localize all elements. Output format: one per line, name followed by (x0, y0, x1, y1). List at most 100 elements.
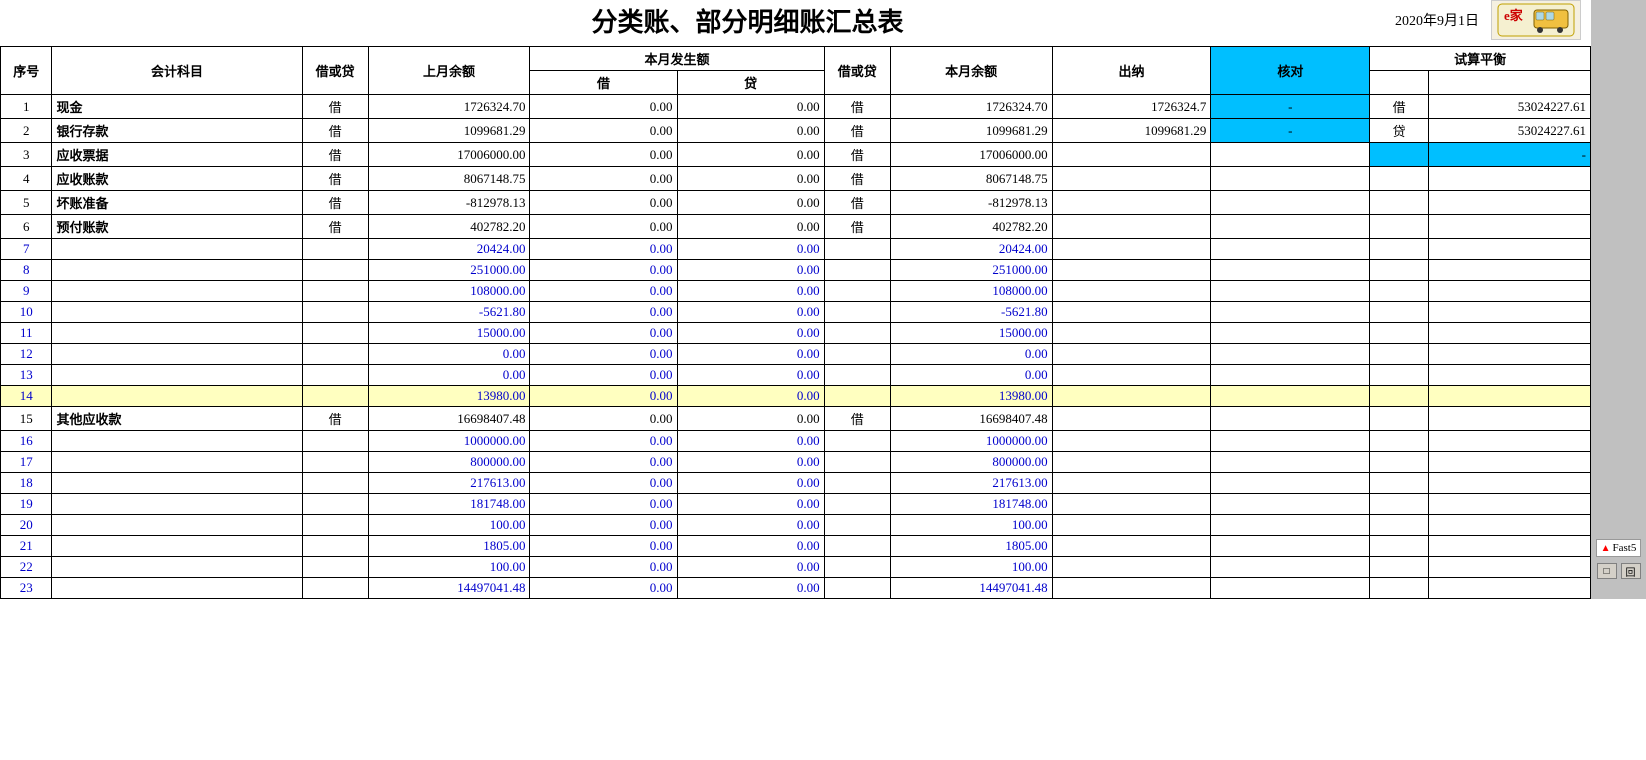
seq-cell: 19 (1, 494, 52, 515)
seq-cell: 2 (1, 119, 52, 143)
curr-balance-cell: 402782.20 (890, 215, 1052, 239)
col-header-credit: 贷 (677, 71, 824, 95)
credit-cell: 0.00 (677, 431, 824, 452)
prev-balance-cell: 14497041.48 (368, 578, 530, 599)
table-row: 12 0.00 0.00 0.00 0.00 (1, 344, 1591, 365)
account-cell (52, 386, 302, 407)
dc2-cell: 借 (824, 191, 890, 215)
curr-balance-cell: 1726324.70 (890, 95, 1052, 119)
credit-cell: 0.00 (677, 578, 824, 599)
cashier-cell (1052, 386, 1211, 407)
table-row: 13 0.00 0.00 0.00 0.00 (1, 365, 1591, 386)
dc2-cell (824, 431, 890, 452)
col-header-verify: 核对 (1211, 47, 1370, 95)
dc1-cell (302, 239, 368, 260)
col-header-account: 会计科目 (52, 47, 302, 95)
cashier-cell (1052, 494, 1211, 515)
curr-balance-cell: 1805.00 (890, 536, 1052, 557)
trial-value-cell (1429, 407, 1591, 431)
seq-cell: 17 (1, 452, 52, 473)
trial-label-cell (1370, 215, 1429, 239)
date-label: 2020年9月1日 (1395, 10, 1479, 30)
cashier-cell (1052, 557, 1211, 578)
trial-value-cell (1429, 515, 1591, 536)
cashier-cell (1052, 473, 1211, 494)
account-cell (52, 431, 302, 452)
trial-label-cell (1370, 323, 1429, 344)
account-cell (52, 239, 302, 260)
debit-cell: 0.00 (530, 452, 677, 473)
dc2-cell (824, 386, 890, 407)
dc1-cell (302, 536, 368, 557)
dc2-cell (824, 452, 890, 473)
dc1-cell (302, 365, 368, 386)
table-row: 20 100.00 0.00 0.00 100.00 (1, 515, 1591, 536)
prev-balance-cell: 100.00 (368, 515, 530, 536)
verify-cell (1211, 239, 1370, 260)
seq-cell: 16 (1, 431, 52, 452)
debit-cell: 0.00 (530, 323, 677, 344)
svg-text:e家: e家 (1504, 8, 1524, 23)
verify-cell (1211, 215, 1370, 239)
cashier-cell (1052, 452, 1211, 473)
dc2-cell: 借 (824, 407, 890, 431)
seq-cell: 13 (1, 365, 52, 386)
trial-value-cell: 53024227.61 (1429, 95, 1591, 119)
main-table: 序号 会计科目 借或贷 上月余额 本月发生额 借或贷 本月余额 出纳 核对 试算… (0, 46, 1591, 599)
col-header-debit: 借 (530, 71, 677, 95)
trial-value-cell (1429, 578, 1591, 599)
dc2-cell (824, 494, 890, 515)
curr-balance-cell: 1099681.29 (890, 119, 1052, 143)
dc2-cell (824, 260, 890, 281)
account-cell (52, 365, 302, 386)
curr-balance-cell: 100.00 (890, 515, 1052, 536)
debit-cell: 0.00 (530, 143, 677, 167)
trial-label-cell (1370, 344, 1429, 365)
dc1-cell (302, 302, 368, 323)
restore-button[interactable]: 回 (1621, 563, 1641, 579)
dc2-cell (824, 281, 890, 302)
page-container: 分类账、部分明细账汇总表 2020年9月1日 e家 (0, 0, 1646, 599)
dc1-cell (302, 473, 368, 494)
verify-cell (1211, 323, 1370, 344)
prev-balance-cell: 402782.20 (368, 215, 530, 239)
verify-cell (1211, 431, 1370, 452)
curr-balance-cell: 181748.00 (890, 494, 1052, 515)
dc2-cell: 借 (824, 215, 890, 239)
prev-balance-cell: 217613.00 (368, 473, 530, 494)
credit-cell: 0.00 (677, 323, 824, 344)
trial-value-cell (1429, 260, 1591, 281)
account-cell: 现金 (52, 95, 302, 119)
seq-cell: 10 (1, 302, 52, 323)
trial-label-cell (1370, 302, 1429, 323)
credit-cell: 0.00 (677, 473, 824, 494)
prev-balance-cell: 1099681.29 (368, 119, 530, 143)
verify-cell (1211, 260, 1370, 281)
debit-cell: 0.00 (530, 407, 677, 431)
side-panel: ▲ Fast5 □ 回 (1591, 0, 1646, 599)
trial-value-cell (1429, 239, 1591, 260)
dc1-cell: 借 (302, 407, 368, 431)
seq-cell: 9 (1, 281, 52, 302)
trial-value-cell (1429, 473, 1591, 494)
account-cell (52, 578, 302, 599)
trial-label-cell (1370, 473, 1429, 494)
trial-label-cell (1370, 167, 1429, 191)
dc1-cell (302, 260, 368, 281)
trial-label-cell (1370, 557, 1429, 578)
trial-value-cell (1429, 386, 1591, 407)
trial-label-cell (1370, 494, 1429, 515)
trial-value-cell (1429, 536, 1591, 557)
credit-cell: 0.00 (677, 536, 824, 557)
dc2-cell (824, 239, 890, 260)
trial-value-cell (1429, 215, 1591, 239)
curr-balance-cell: 16698407.48 (890, 407, 1052, 431)
trial-label-cell (1370, 515, 1429, 536)
minimize-button[interactable]: □ (1597, 563, 1617, 579)
col-header-dc1: 借或贷 (302, 47, 368, 95)
trial-label-cell (1370, 239, 1429, 260)
debit-cell: 0.00 (530, 578, 677, 599)
table-row: 10 -5621.80 0.00 0.00 -5621.80 (1, 302, 1591, 323)
account-cell (52, 515, 302, 536)
curr-balance-cell: 17006000.00 (890, 143, 1052, 167)
